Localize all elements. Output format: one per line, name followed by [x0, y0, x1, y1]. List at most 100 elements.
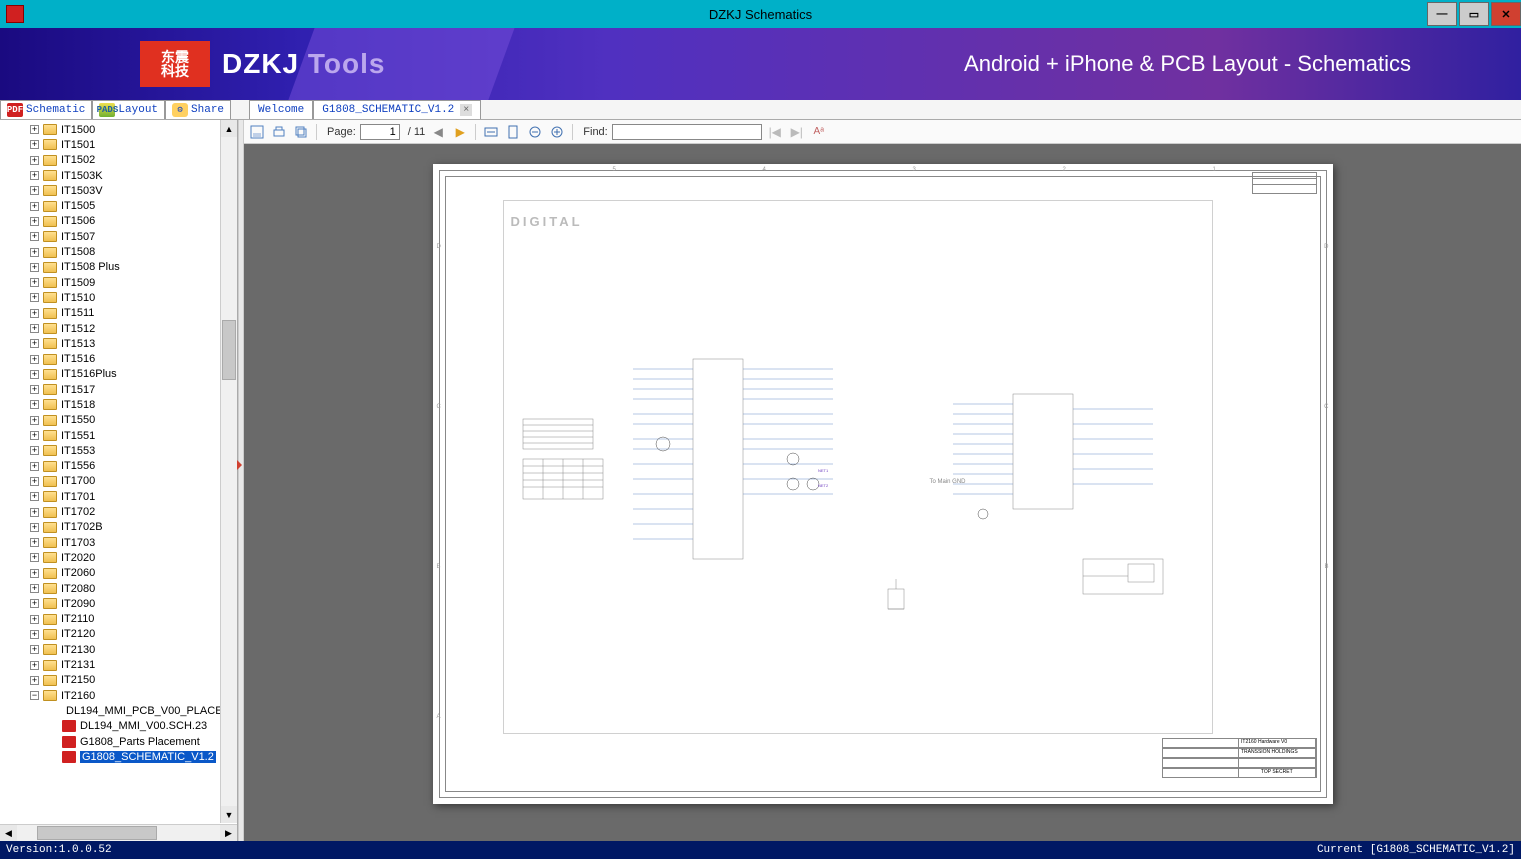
find-prev-icon[interactable]: |◀ — [766, 123, 784, 141]
tree-folder[interactable]: +IT2130 — [0, 642, 237, 657]
tree-folder[interactable]: +IT1502 — [0, 153, 237, 168]
expand-icon[interactable]: + — [30, 416, 39, 425]
tab-layout[interactable]: PADS Layout — [92, 100, 165, 119]
minimize-button[interactable]: — — [1427, 2, 1457, 26]
tree-folder[interactable]: +IT1516 — [0, 351, 237, 366]
tree-folder[interactable]: +IT1509 — [0, 275, 237, 290]
expand-icon[interactable]: + — [30, 370, 39, 379]
print-icon[interactable] — [270, 123, 288, 141]
tab-schematic[interactable]: PDF Schematic — [0, 100, 92, 119]
expand-icon[interactable]: + — [30, 278, 39, 287]
tree-vscroll[interactable]: ▲ ▼ — [220, 120, 237, 823]
tree-folder[interactable]: +IT1551 — [0, 428, 237, 443]
tree-folder[interactable]: +IT1700 — [0, 474, 237, 489]
expand-icon[interactable]: + — [30, 584, 39, 593]
tree-folder[interactable]: +IT1518 — [0, 397, 237, 412]
tree-folder[interactable]: +IT1513 — [0, 336, 237, 351]
fit-width-icon[interactable] — [482, 123, 500, 141]
tab-share[interactable]: ⚙ Share — [165, 100, 231, 119]
zoom-in-icon[interactable] — [548, 123, 566, 141]
tree-folder[interactable]: +IT1501 — [0, 137, 237, 152]
expand-icon[interactable]: + — [30, 232, 39, 241]
tree-folder[interactable]: +IT2110 — [0, 612, 237, 627]
tree-folder[interactable]: +IT1508 Plus — [0, 260, 237, 275]
expand-icon[interactable]: + — [30, 446, 39, 455]
collapse-icon[interactable]: − — [30, 691, 39, 700]
tree-folder[interactable]: +IT1503V — [0, 183, 237, 198]
tree-folder[interactable]: +IT2131 — [0, 657, 237, 672]
tree-folder[interactable]: +IT2120 — [0, 627, 237, 642]
tree-file[interactable]: G1808_SCHEMATIC_V1.2 — [0, 749, 237, 764]
tree-folder[interactable]: +IT1505 — [0, 198, 237, 213]
text-size-icon[interactable]: Aᵃ — [810, 123, 828, 141]
save-icon[interactable] — [248, 123, 266, 141]
tree-folder[interactable]: +IT1512 — [0, 321, 237, 336]
expand-icon[interactable]: + — [30, 492, 39, 501]
tree-folder[interactable]: +IT2060 — [0, 566, 237, 581]
expand-icon[interactable]: + — [30, 538, 39, 547]
tree-folder[interactable]: +IT1506 — [0, 214, 237, 229]
expand-icon[interactable]: + — [30, 661, 39, 670]
tree-folder[interactable]: +IT1553 — [0, 443, 237, 458]
tree-folder[interactable]: +IT1516Plus — [0, 367, 237, 382]
expand-icon[interactable]: + — [30, 553, 39, 562]
maximize-button[interactable]: ▭ — [1459, 2, 1489, 26]
tree-folder[interactable]: +IT1507 — [0, 229, 237, 244]
splitter[interactable] — [238, 120, 244, 841]
tree-folder-expanded[interactable]: −IT2160 — [0, 688, 237, 703]
expand-icon[interactable]: + — [30, 599, 39, 608]
expand-icon[interactable]: + — [30, 615, 39, 624]
expand-icon[interactable]: + — [30, 508, 39, 517]
expand-icon[interactable]: + — [30, 400, 39, 409]
tree-hscroll[interactable]: ◀ ▶ — [0, 824, 237, 841]
tree-folder[interactable]: +IT2080 — [0, 581, 237, 596]
expand-icon[interactable]: + — [30, 477, 39, 486]
scroll-left-icon[interactable]: ◀ — [0, 825, 17, 841]
expand-icon[interactable]: + — [30, 156, 39, 165]
scroll-thumb[interactable] — [37, 826, 157, 840]
expand-icon[interactable]: + — [30, 186, 39, 195]
tree-folder[interactable]: +IT1508 — [0, 244, 237, 259]
expand-icon[interactable]: + — [30, 339, 39, 348]
tree-folder[interactable]: +IT1556 — [0, 459, 237, 474]
expand-icon[interactable]: + — [30, 202, 39, 211]
expand-icon[interactable]: + — [30, 263, 39, 272]
scroll-up-icon[interactable]: ▲ — [221, 120, 237, 137]
tree-folder[interactable]: +IT1517 — [0, 382, 237, 397]
tree-folder[interactable]: +IT1503K — [0, 168, 237, 183]
find-next-icon[interactable]: ▶| — [788, 123, 806, 141]
scroll-right-icon[interactable]: ▶ — [220, 825, 237, 841]
expand-icon[interactable]: + — [30, 523, 39, 532]
tree-folder[interactable]: +IT1703 — [0, 535, 237, 550]
tree-file[interactable]: DL194_MMI_V00.SCH.23 — [0, 719, 237, 734]
tree-folder[interactable]: +IT2020 — [0, 550, 237, 565]
tree-folder[interactable]: +IT2090 — [0, 596, 237, 611]
expand-icon[interactable]: + — [30, 676, 39, 685]
fit-page-icon[interactable] — [504, 123, 522, 141]
tree[interactable]: +IT1500+IT1501+IT1502+IT1503K+IT1503V+IT… — [0, 120, 237, 824]
expand-icon[interactable]: + — [30, 385, 39, 394]
tree-folder[interactable]: +IT2150 — [0, 673, 237, 688]
expand-icon[interactable]: + — [30, 125, 39, 134]
pdf-canvas[interactable]: 5 4 3 2 1 D C B A D C B DIGITAL — [244, 144, 1521, 841]
expand-icon[interactable]: + — [30, 309, 39, 318]
expand-icon[interactable]: + — [30, 630, 39, 639]
expand-icon[interactable]: + — [30, 645, 39, 654]
tree-folder[interactable]: +IT1702 — [0, 504, 237, 519]
zoom-out-icon[interactable] — [526, 123, 544, 141]
doc-tab-current[interactable]: G1808_SCHEMATIC_V1.2 × — [313, 100, 481, 119]
expand-icon[interactable]: + — [30, 248, 39, 257]
tree-file[interactable]: DL194_MMI_PCB_V00_PLACEME — [0, 703, 237, 718]
scroll-down-icon[interactable]: ▼ — [221, 806, 237, 823]
tree-folder[interactable]: +IT1500 — [0, 122, 237, 137]
expand-icon[interactable]: + — [30, 355, 39, 364]
expand-icon[interactable]: + — [30, 293, 39, 302]
tree-folder[interactable]: +IT1550 — [0, 413, 237, 428]
scroll-thumb[interactable] — [222, 320, 236, 380]
expand-icon[interactable]: + — [30, 217, 39, 226]
expand-icon[interactable]: + — [30, 140, 39, 149]
close-button[interactable]: ✕ — [1491, 2, 1521, 26]
expand-icon[interactable]: + — [30, 324, 39, 333]
prev-page-icon[interactable]: ◀ — [429, 123, 447, 141]
tree-file[interactable]: G1808_Parts Placement — [0, 734, 237, 749]
